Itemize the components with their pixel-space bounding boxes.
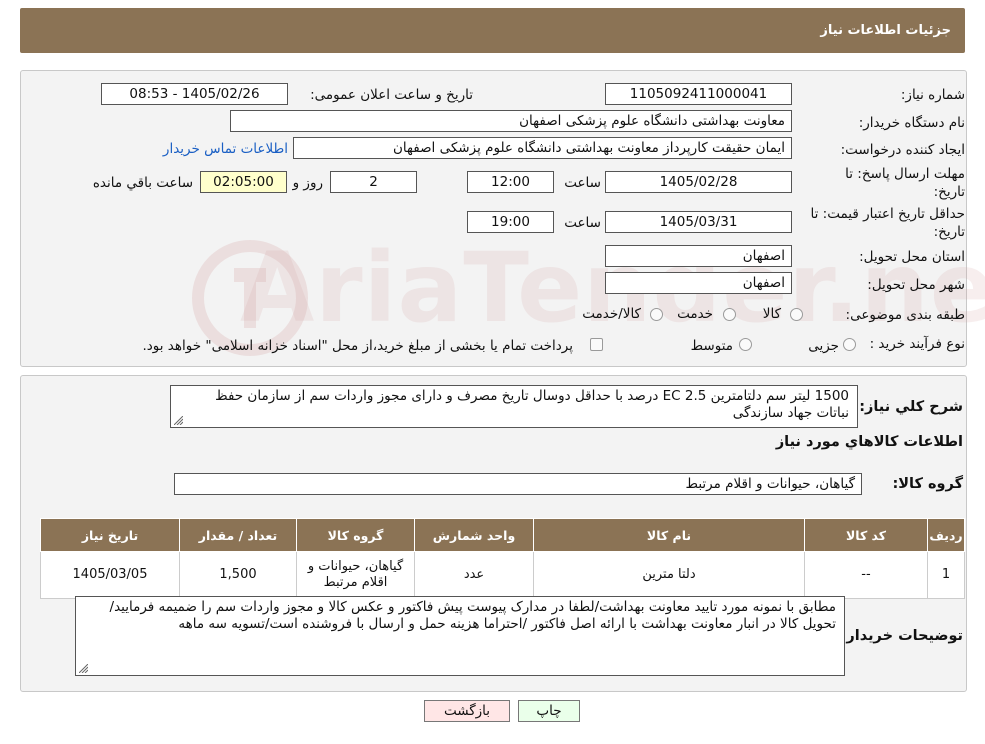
category-label: طبقه بندی موضوعی: [845,307,965,323]
reply-deadline-date-field: 1405/02/28 [605,171,792,193]
col-quantity-header: تعداد / مقدار [179,518,297,552]
description-label: شرح كلي نياز: [859,399,963,415]
remaining-time-label: ساعت باقي مانده [92,175,193,191]
col-row-header: رديف [927,518,965,552]
category-goods-service-label: کالا/خدمت [582,306,641,322]
reply-deadline-time-label: ساعت [564,175,601,191]
delivery-province-label: استان محل تحویل: [859,249,965,265]
col-name-header: نام كالا [533,518,805,552]
delivery-city-label: شهر محل تحویل: [867,277,965,293]
price-validity-date-field: 1405/03/31 [605,211,792,233]
requester-label: ایجاد کننده درخواست: [840,142,965,158]
requester-field: ایمان حقیقت کارپرداز معاونت بهداشتی دانش… [293,137,792,159]
reply-deadline-label-line2: تاریخ: [933,184,965,200]
purchase-type-label: نوع فرآیند خرید : [869,336,965,352]
reply-deadline-time-field: 12:00 [467,171,554,193]
remaining-days-field: 2 [330,171,417,193]
resize-grip-icon[interactable] [79,664,88,673]
goods-group-field: گیاهان، حیوانات و اقلام مرتبط [174,473,862,495]
buyer-org-field: معاونت بهداشتی دانشگاه علوم پزشکی اصفهان [230,110,792,132]
category-goods-radio[interactable] [790,308,803,321]
cell-name: دلتا مترین [533,551,805,599]
table-row: 1 -- دلتا مترین عدد گیاهان، حیوانات و اق… [40,551,965,599]
price-validity-time-field: 19:00 [467,211,554,233]
reply-deadline-label: مهلت ارسال پاسخ: تا [845,166,965,182]
col-group-header: گروه كالا [296,518,415,552]
price-validity-label-line2: تاریخ: [933,224,965,240]
cell-row: 1 [927,551,965,599]
col-code-header: كد كالا [804,518,928,552]
category-goods-service-radio[interactable] [650,308,663,321]
purchase-minor-radio[interactable] [843,338,856,351]
col-unit-header: واحد شمارش [414,518,534,552]
cell-quantity: 1,500 [179,551,297,599]
need-number-field: 1105092411000041 [605,83,792,105]
description-textarea[interactable]: 1500 لیتر سم دلتامترین EC 2.5 درصد با حد… [170,385,858,428]
page-header: جزئیات اطلاعات نیاز [20,8,965,53]
purchase-medium-radio[interactable] [739,338,752,351]
resize-grip-icon[interactable] [174,416,183,425]
page-title: جزئیات اطلاعات نیاز [820,23,951,38]
cell-date: 1405/03/05 [40,551,180,599]
print-button[interactable]: چاپ [518,700,580,722]
description-text: 1500 لیتر سم دلتامترین EC 2.5 درصد با حد… [215,388,849,421]
treasury-note: پرداخت تمام یا بخشی از مبلغ خرید،از محل … [142,338,573,354]
announce-datetime-field: 1405/02/26 - 08:53 [101,83,288,105]
delivery-city-field: اصفهان [605,272,792,294]
back-button[interactable]: بازگشت [424,700,510,722]
treasury-checkbox[interactable] [590,338,603,351]
buyer-org-label: نام دستگاه خریدار: [858,115,965,131]
goods-group-label: گروه كالا: [892,476,963,492]
goods-table-header: رديف كد كالا نام كالا واحد شمارش گروه كا… [40,518,965,552]
goods-section-title: اطلاعات كالاهاي مورد نياز [775,434,963,450]
cell-unit: عدد [414,551,534,599]
announce-datetime-label: تاریخ و ساعت اعلان عمومی: [310,87,473,103]
days-label: روز و [292,175,323,191]
category-goods-label: کالا [762,306,781,322]
purchase-medium-label: متوسط [690,338,733,354]
delivery-province-field: اصفهان [605,245,792,267]
remaining-time-field: 02:05:00 [200,171,287,193]
buyer-notes-label: توضيحات خريدار: [840,628,963,644]
price-validity-time-label: ساعت [564,215,601,231]
purchase-minor-label: جزیی [808,338,839,354]
buyer-notes-textarea[interactable]: مطابق با نمونه مورد تایید معاونت بهداشت/… [75,596,845,676]
price-validity-label: حداقل تاریخ اعتبار قیمت: تا [810,206,965,222]
category-service-radio[interactable] [723,308,736,321]
need-number-label: شماره نیاز: [900,87,965,103]
cell-group: گیاهان، حیوانات و اقلام مرتبط [296,551,415,599]
buyer-notes-text: مطابق با نمونه مورد تایید معاونت بهداشت/… [109,599,836,632]
goods-table: رديف كد كالا نام كالا واحد شمارش گروه كا… [40,518,965,599]
col-date-header: تاريخ نياز [40,518,180,552]
buyer-contact-link[interactable]: اطلاعات تماس خریدار [163,141,288,157]
category-service-label: خدمت [677,306,713,322]
cell-code: -- [804,551,928,599]
